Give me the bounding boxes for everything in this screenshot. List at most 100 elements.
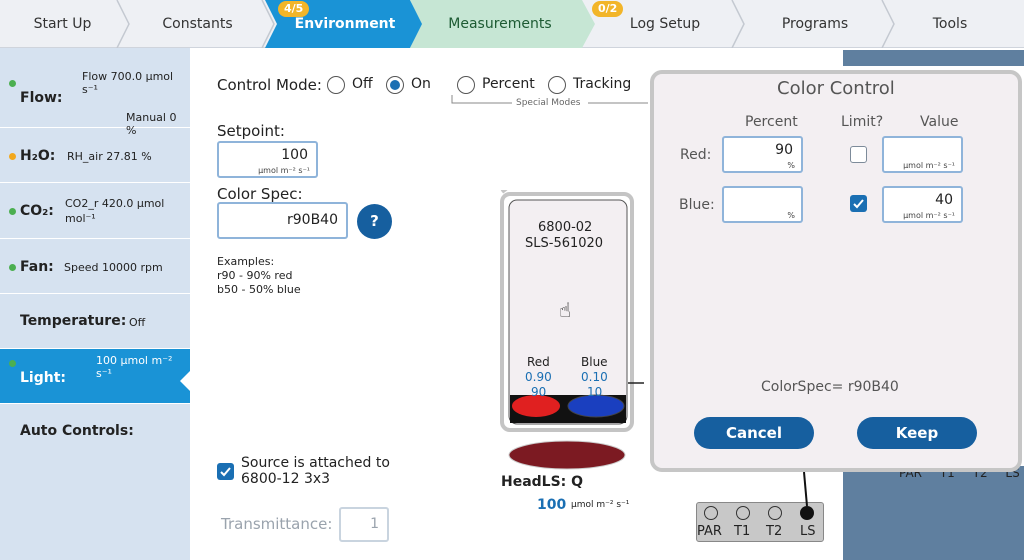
sidebar-item-value: RH_air 27.81 % xyxy=(67,150,152,163)
red-value-unit: µmol m⁻² s⁻¹ xyxy=(903,161,955,170)
sidebar-item-value: 100 µmol m⁻² s⁻¹ xyxy=(96,354,173,380)
head-ls-value: 100 xyxy=(537,497,567,513)
status-dot xyxy=(9,360,16,367)
cancel-button[interactable]: Cancel xyxy=(694,417,814,449)
red-percent-input[interactable]: 90 % xyxy=(722,136,803,173)
tab-label: Constants xyxy=(162,16,233,32)
setpoint-unit: µmol m⁻² s⁻¹ xyxy=(258,166,310,175)
transmittance-label: Transmittance: xyxy=(221,515,333,533)
sidebar-item-flow[interactable]: Flow: Flow 700.0 µmol s⁻¹ Manual 0 % xyxy=(0,48,190,137)
setpoint-value: 100 xyxy=(281,147,308,163)
colorspec-readout: ColorSpec= r90B40 xyxy=(761,379,899,395)
mode-tracking-label: Tracking xyxy=(573,76,632,92)
tab-badge: 0/2 xyxy=(592,1,624,17)
blue-limit-checkbox[interactable] xyxy=(850,195,867,212)
example-blue: b50 - 50% blue xyxy=(217,283,301,296)
head-ls-unit: µmol m⁻² s⁻¹ xyxy=(571,500,630,510)
red-percent-unit: % xyxy=(787,161,795,170)
tab-programs[interactable]: Programs xyxy=(740,0,895,48)
mode-percent-radio[interactable] xyxy=(457,76,475,94)
tab-start-up[interactable]: Start Up xyxy=(0,0,130,48)
red-channel-label: Red xyxy=(527,355,550,369)
colorspec-input[interactable]: r90B40 xyxy=(217,202,348,239)
red-channel-percent: 90 xyxy=(531,385,547,399)
red-value-input[interactable]: µmol m⁻² s⁻¹ xyxy=(882,136,963,173)
sidebar-item-temperature[interactable]: Temperature: Off xyxy=(0,294,190,349)
setpoint-label: Setpoint: xyxy=(217,122,285,140)
column-value-header: Value xyxy=(920,114,959,130)
mode-off-radio[interactable] xyxy=(327,76,345,94)
sidebar-item-co2[interactable]: CO₂: CO2_r 420.0 µmol mol⁻¹ xyxy=(0,183,190,239)
blue-percent-input[interactable]: % xyxy=(722,186,803,223)
column-limit-header: Limit? xyxy=(841,114,884,130)
mode-on-label: On xyxy=(411,76,431,92)
source-attached-line2: 6800-12 3x3 xyxy=(241,471,331,487)
connector-ls-icon xyxy=(800,506,814,520)
help-button[interactable]: ? xyxy=(357,204,392,239)
step-tabs: Start Up Constants Environment 4/5 Measu… xyxy=(0,0,1024,48)
transmittance-value: 1 xyxy=(370,516,379,532)
tab-measurements[interactable]: Measurements xyxy=(420,0,580,48)
checkmark-icon xyxy=(853,199,864,209)
blue-value-input[interactable]: 40 µmol m⁻² s⁻¹ xyxy=(882,186,963,223)
sidebar-item-value: Flow 700.0 µmol s⁻¹ xyxy=(82,70,174,96)
status-dot xyxy=(9,264,16,271)
connector-t1-label: T1 xyxy=(734,524,751,539)
status-dot xyxy=(9,153,16,160)
sidebar-item-light[interactable]: Light: 100 µmol m⁻² s⁻¹ xyxy=(0,349,190,404)
source-attached-checkbox[interactable] xyxy=(217,463,234,480)
device-serial: SLS-561020 xyxy=(525,236,604,251)
sidebar-item-label: CO₂: xyxy=(20,203,54,219)
connector-t2-icon xyxy=(768,506,782,520)
transmittance-input[interactable]: 1 xyxy=(339,507,389,542)
checkmark-icon xyxy=(220,467,231,477)
colorspec-value: r90B40 xyxy=(287,212,338,228)
sidebar-item-label: H₂O: xyxy=(20,148,56,164)
mode-tracking-radio[interactable] xyxy=(548,76,566,94)
setpoint-input[interactable]: 100 µmol m⁻² s⁻¹ xyxy=(217,141,318,178)
pointer-cursor-icon: ☝ xyxy=(559,298,572,322)
sidebar-item-auto-controls[interactable]: Auto Controls: xyxy=(0,404,190,459)
sidebar-item-label: Temperature: xyxy=(20,313,127,329)
red-row-label: Red: xyxy=(680,147,712,163)
red-limit-checkbox[interactable] xyxy=(850,146,867,163)
blue-value-value: 40 xyxy=(935,192,953,208)
status-dot xyxy=(9,80,16,87)
connector-t1-icon xyxy=(736,506,750,520)
blue-channel-label: Blue xyxy=(581,355,608,369)
colorspec-label: Color Spec: xyxy=(217,185,303,203)
sidebar-item-value: Speed 10000 rpm xyxy=(64,261,163,274)
tab-tools[interactable]: Tools xyxy=(890,0,1010,48)
sidebar-item-fan[interactable]: Fan: Speed 10000 rpm xyxy=(0,239,190,294)
keep-button[interactable]: Keep xyxy=(857,417,977,449)
mode-on-radio[interactable] xyxy=(386,76,404,94)
head-ls-label: HeadLS: Q xyxy=(501,474,584,490)
connector-ls-label: LS xyxy=(800,524,816,539)
tab-badge: 4/5 xyxy=(278,1,310,17)
source-attached-line1: Source is attached to xyxy=(241,455,390,471)
connector-par-label: PAR xyxy=(697,524,722,539)
tab-label: Environment xyxy=(294,16,396,32)
blue-channel-percent: 10 xyxy=(587,385,603,399)
tab-label: Programs xyxy=(781,16,849,32)
blue-percent-unit: % xyxy=(787,211,795,220)
status-dot xyxy=(9,208,16,215)
connector-t2-label: T2 xyxy=(766,524,783,539)
sidebar-item-value: Off xyxy=(129,316,146,329)
examples-title: Examples: xyxy=(217,255,275,268)
active-pointer xyxy=(180,371,190,391)
sidebar: Flow: Flow 700.0 µmol s⁻¹ Manual 0 % H₂O… xyxy=(0,48,190,560)
sidebar-item-label: Auto Controls: xyxy=(20,423,134,439)
connector-par-icon xyxy=(704,506,718,520)
device-model: 6800-02 xyxy=(538,220,593,235)
red-percent-value: 90 xyxy=(775,142,793,158)
sidebar-item-h2o[interactable]: H₂O: RH_air 27.81 % xyxy=(0,128,190,183)
tab-label: Tools xyxy=(932,16,968,32)
example-red: r90 - 90% red xyxy=(217,269,293,282)
blue-row-label: Blue: xyxy=(679,197,715,213)
mode-percent-label: Percent xyxy=(482,76,535,92)
tab-constants[interactable]: Constants xyxy=(125,0,275,48)
sidebar-item-label: Fan: xyxy=(20,259,54,275)
sidebar-item-label: Light: xyxy=(20,370,66,386)
sidebar-item-value: CO2_r 420.0 µmol xyxy=(65,197,165,210)
